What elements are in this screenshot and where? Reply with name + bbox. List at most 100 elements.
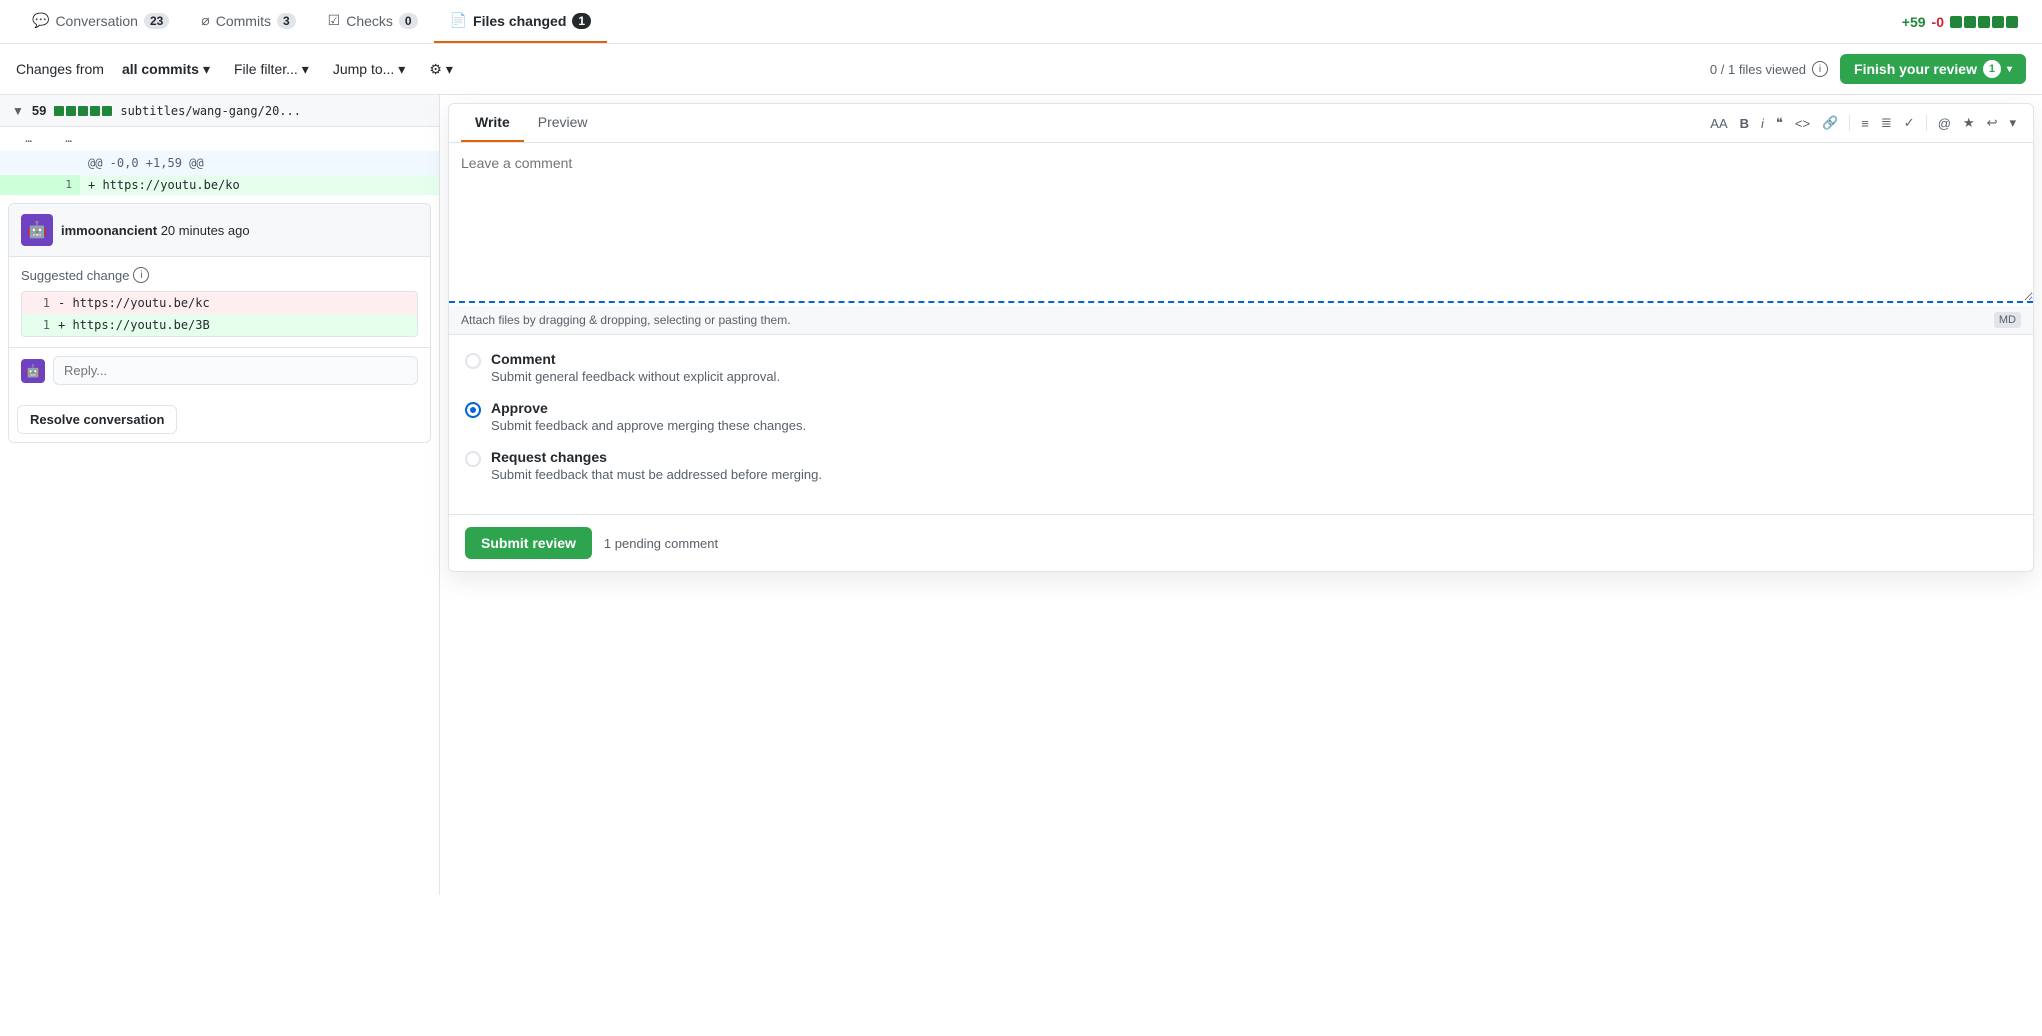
all-commits-button[interactable]: all commits ▾ [116,57,216,82]
diff-sq-1 [1950,16,1962,28]
pending-text: 1 pending comment [604,536,718,551]
remove-line-num: 1 [30,296,50,310]
suggested-label-text: Suggested change [21,268,129,283]
format-more-button[interactable]: ▾ [2004,111,2021,135]
suggested-change: Suggested change i 1 - https://youtu.be/… [9,257,430,347]
files-viewed-text: 0 / 1 files viewed [1710,62,1806,77]
jump-to-chevron-icon: ▾ [398,61,405,78]
format-code-button[interactable]: <> [1790,112,1815,135]
finish-review-badge: 1 [1983,60,2001,78]
avatar: 🤖 [21,214,53,246]
left-panel: ▼ 59 subtitles/wang-gang/20... … … [0,95,440,895]
gear-icon: ⚙ [429,61,442,78]
tab-checks-badge: 0 [399,13,418,29]
attach-area: Attach files by dragging & dropping, sel… [449,306,2033,335]
add-line-code: + https://youtu.be/ko [80,175,439,195]
tab-conversation-label: Conversation [55,13,138,29]
resolve-conversation-button[interactable]: Resolve conversation [17,405,177,434]
file-sq-1 [54,106,64,116]
submit-area: Submit review 1 pending comment [449,514,2033,571]
tab-bar: 💬 Conversation 23 ⌀ Commits 3 ☑ Checks 0… [0,0,2042,44]
write-tab[interactable]: Write [461,104,524,142]
diff-hunk-row: @@ -0,0 +1,59 @@ [0,151,439,175]
add-line-num: 1 [40,175,80,195]
review-option-approve: Approve Submit feedback and approve merg… [465,400,2017,433]
format-italic-button[interactable]: i [1756,112,1769,135]
radio-request-changes[interactable] [465,451,481,467]
add-suggested-num: 1 [30,318,50,332]
file-sq-2 [66,106,76,116]
review-option-request-changes: Request changes Submit feedback that mus… [465,449,2017,482]
comment-header: 🤖 immoonancient 20 minutes ago [9,204,430,257]
comment-time-text: 20 minutes ago [161,223,250,238]
additions-count: +59 [1902,14,1926,30]
radio-comment[interactable] [465,353,481,369]
tab-commits[interactable]: ⌀ Commits 3 [185,0,311,43]
option-comment-desc: Submit general feedback without explicit… [491,369,780,384]
suggested-add-line: 1 + https://youtu.be/3B [22,314,417,336]
remove-line-code: - https://youtu.be/kc [58,296,210,310]
jump-to-button[interactable]: Jump to... ▾ [327,57,412,82]
toolbar-row: Changes from all commits ▾ File filter..… [0,44,2042,95]
diff-ellipsis-row: … … [0,127,439,151]
format-ordered-list-button[interactable]: ≣ [1876,111,1897,135]
file-sq-4 [90,106,100,116]
tab-checks[interactable]: ☑ Checks 0 [312,0,434,43]
write-preview-tabs: Write Preview AA B i ❝ <> 🔗 ≡ ≣ ✓ @ ★ [449,104,2033,143]
format-bold-button[interactable]: B [1735,112,1754,135]
format-mention-button[interactable]: @ [1933,112,1956,135]
deletions-count: -0 [1932,14,1944,30]
format-reference-button[interactable]: ★ [1958,111,1980,135]
file-filter-chevron-icon: ▾ [302,61,309,78]
format-quote-button[interactable]: ❝ [1771,111,1788,135]
submit-review-button[interactable]: Submit review [465,527,592,559]
tab-checks-label: Checks [346,13,393,29]
tab-conversation[interactable]: 💬 Conversation 23 [16,0,185,43]
radio-approve[interactable] [465,402,481,418]
format-link-button[interactable]: 🔗 [1817,111,1843,135]
format-unordered-list-button[interactable]: ≡ [1856,112,1874,135]
file-filter-label: File filter... [234,61,298,77]
diff-squares [1950,16,2018,28]
diff-sq-3 [1978,16,1990,28]
file-sq-5 [102,106,112,116]
file-filter-button[interactable]: File filter... ▾ [228,57,315,82]
suggested-info-icon[interactable]: i [133,267,149,283]
suggested-diff: 1 - https://youtu.be/kc 1 + https://yout… [21,291,418,337]
format-separator-2 [1926,115,1927,131]
comment-textarea[interactable] [449,143,2033,303]
diff-sq-4 [1992,16,2004,28]
option-approve-label: Approve [491,400,806,416]
chevron-down-icon: ▾ [203,61,210,78]
jump-to-label: Jump to... [333,61,394,77]
comment-meta: immoonancient 20 minutes ago [61,223,250,238]
diff-sq-5 [2006,16,2018,28]
format-aa-button[interactable]: AA [1705,112,1732,135]
gear-button[interactable]: ⚙ ▾ [423,57,459,82]
tab-commits-badge: 3 [277,13,296,29]
tab-conversation-badge: 23 [144,13,169,29]
tab-files-changed-label: Files changed [473,13,566,29]
finish-review-button[interactable]: Finish your review 1 ▾ [1840,54,2026,84]
suggested-remove-line: 1 - https://youtu.be/kc [22,292,417,314]
collapse-button[interactable]: ▼ [12,104,24,118]
commits-icon: ⌀ [201,12,209,29]
format-reply-button[interactable]: ↩ [1982,111,2003,135]
format-task-list-button[interactable]: ✓ [1899,111,1920,135]
conversation-icon: 💬 [32,12,49,29]
reply-input[interactable] [53,356,418,385]
file-path: subtitles/wang-gang/20... [120,104,301,118]
info-icon[interactable]: i [1812,61,1828,77]
tab-files-changed[interactable]: 📄 Files changed 1 [434,0,607,43]
right-panel: Write Preview AA B i ❝ <> 🔗 ≡ ≣ ✓ @ ★ [440,95,2042,895]
preview-tab[interactable]: Preview [524,104,602,142]
file-sq-3 [78,106,88,116]
suggested-label: Suggested change i [21,267,418,283]
option-comment-content: Comment Submit general feedback without … [491,351,780,384]
finish-review-label: Finish your review [1854,61,1977,77]
comment-section: 🤖 immoonancient 20 minutes ago Suggested… [8,203,431,443]
reply-avatar: 🤖 [21,359,45,383]
changes-from-label: Changes from [16,61,104,77]
add-suggested-code: + https://youtu.be/3B [58,318,210,332]
diff-add-row: 1 + https://youtu.be/ko [0,175,439,195]
